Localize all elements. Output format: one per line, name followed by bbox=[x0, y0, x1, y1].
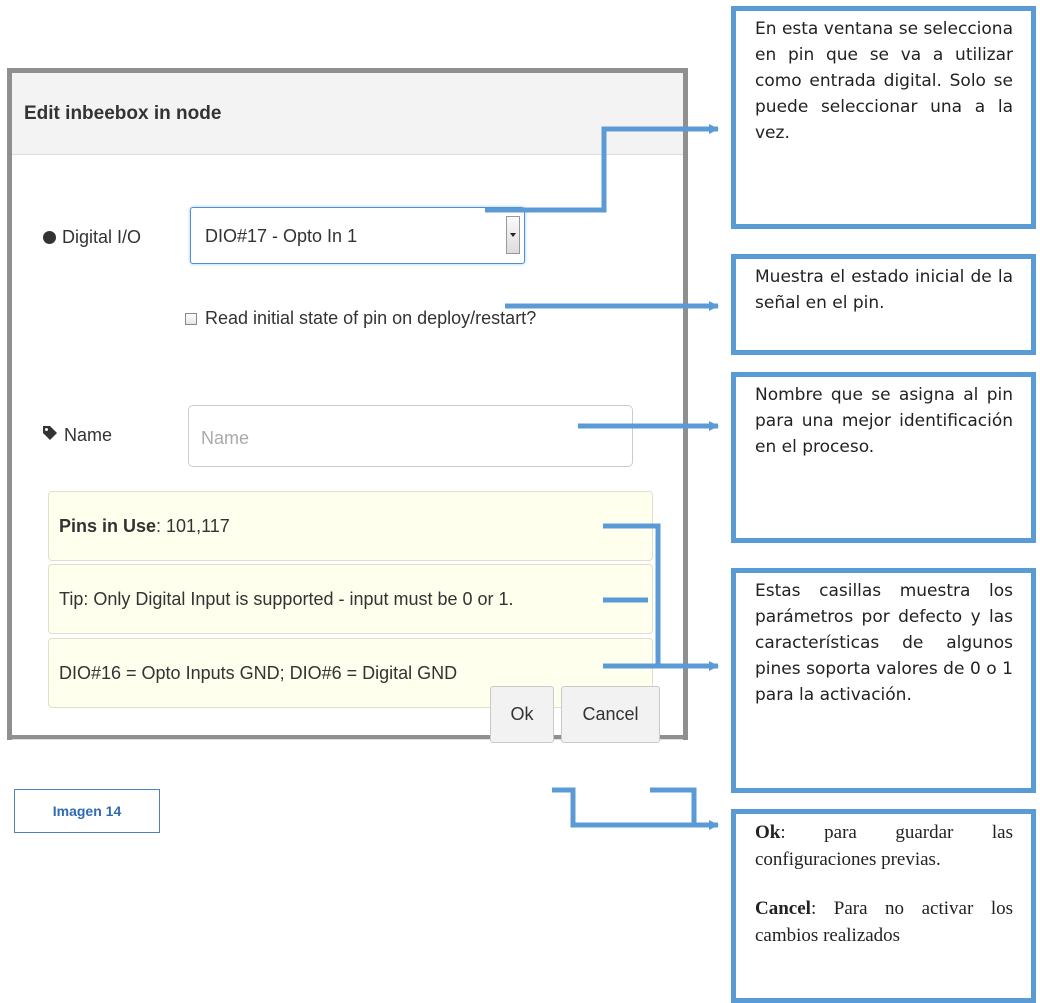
connector-lines bbox=[485, 124, 719, 830]
connector-tip-top bbox=[603, 523, 661, 666]
connector-digital-io bbox=[485, 124, 719, 213]
connector-cancel bbox=[650, 787, 697, 825]
